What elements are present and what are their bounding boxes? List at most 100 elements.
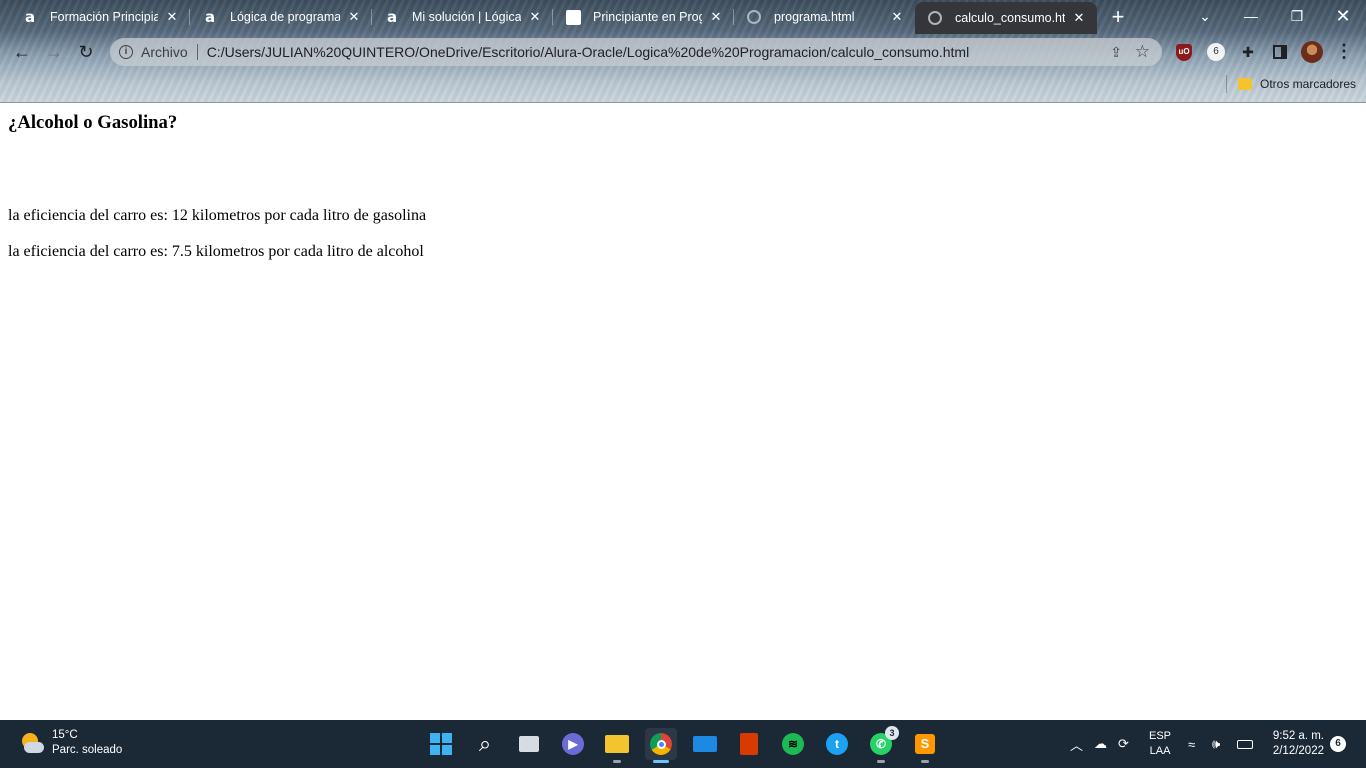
running-indicator (877, 760, 885, 763)
side-panel-icon (1273, 45, 1287, 59)
notification-badge[interactable]: 6 (1330, 736, 1346, 752)
wifi-icon: ≈ (1188, 736, 1196, 752)
show-hidden-icons-button[interactable]: ︿ (1070, 720, 1083, 768)
new-tab-button[interactable]: + (1105, 5, 1131, 31)
page-content: ¿Alcohol o Gasolina? la eficiencia del c… (0, 103, 1366, 720)
weather-temp: 15°C (52, 729, 78, 741)
language-code: ESP (1149, 730, 1172, 742)
tab-title: Formación Principiante (50, 10, 158, 24)
divider (196, 44, 198, 60)
back-button[interactable]: ← (8, 38, 36, 66)
result-gasolina: la eficiencia del carro es: 12 kilometro… (8, 207, 427, 224)
info-icon[interactable]: i (119, 45, 133, 59)
tab-formacion[interactable]: a Formación Principiante ✕ (10, 0, 190, 34)
spotify-button[interactable]: ≋ (777, 728, 809, 760)
alura-icon: a (204, 8, 216, 26)
tab-search-button[interactable]: ⌄ (1182, 0, 1228, 32)
clock-time: 9:52 a. m. (1272, 730, 1324, 742)
clock[interactable]: 9:52 a. m. 2/12/2022 (1262, 729, 1324, 759)
document-icon (565, 9, 581, 25)
close-icon[interactable]: ✕ (527, 9, 543, 25)
extension-six-button[interactable]: 6 (1206, 42, 1226, 62)
close-icon[interactable]: ✕ (1071, 10, 1087, 26)
share-icon[interactable]: ⇪ (1110, 44, 1122, 61)
volume-button[interactable]: 🕪 (1212, 720, 1220, 768)
battery-button[interactable] (1237, 720, 1253, 768)
tab-title: Principiante en Progra (593, 10, 702, 24)
chevron-up-icon: ︿ (1070, 737, 1084, 753)
browser-toolbar: ← → ↻ i Archivo C:/Users/JULIAN%20QUINTE… (0, 34, 1366, 70)
chrome-button[interactable] (645, 728, 677, 763)
running-indicator (921, 760, 929, 763)
tab-calculo-consumo[interactable]: calculo_consumo.html ✕ (915, 2, 1097, 34)
extensions-button[interactable]: ✚ (1238, 42, 1258, 62)
weather-widget[interactable]: 15°C Parc. soleado (20, 728, 122, 758)
task-view-button[interactable] (513, 728, 545, 760)
sublime-text-button[interactable]: S (909, 728, 941, 763)
reload-button[interactable]: ↻ (72, 38, 100, 66)
side-panel-button[interactable] (1270, 42, 1290, 62)
url-text[interactable]: C:/Users/JULIAN%20QUINTERO/OneDrive/Escr… (207, 44, 970, 60)
running-indicator (613, 760, 621, 763)
tab-logica[interactable]: a Lógica de programación ✕ (190, 0, 372, 34)
whatsapp-button[interactable]: ✆ 3 (865, 726, 899, 763)
tab-principiante[interactable]: Principiante en Progra ✕ (553, 0, 734, 34)
folder-icon (1238, 78, 1252, 90)
forward-button[interactable]: → (40, 38, 68, 66)
office-icon (740, 733, 758, 755)
close-icon[interactable]: ✕ (889, 9, 905, 25)
tab-title: Mi solución | Lógica de (412, 10, 521, 24)
language-indicator[interactable]: ESP LAA (1149, 729, 1171, 759)
globe-icon (746, 9, 762, 25)
mail-button[interactable] (689, 728, 721, 760)
teams-chat-button[interactable]: ▶ (557, 728, 589, 760)
search-icon: ⌕ (478, 731, 492, 756)
bookmarks-bar: Otros marcadores (0, 72, 1366, 96)
sublime-icon: S (915, 734, 935, 754)
menu-button[interactable]: ⋮ (1334, 41, 1354, 63)
folder-icon (605, 735, 629, 753)
office-button[interactable] (733, 728, 765, 760)
twitter-button[interactable]: t (821, 728, 853, 760)
minimize-button[interactable]: — (1228, 0, 1274, 32)
taskbar: 15°C Parc. soleado ⌕ ▶ ≋ t ✆ 3 S ︿ ☁ ⟳ E… (0, 720, 1366, 768)
minimize-icon: — (1244, 8, 1258, 24)
close-icon[interactable]: ✕ (708, 9, 724, 25)
restore-button[interactable]: ❐ (1274, 0, 1320, 32)
task-view-icon (519, 736, 539, 752)
ublock-extension-button[interactable]: uO (1174, 42, 1194, 62)
close-icon[interactable]: ✕ (164, 9, 180, 25)
star-icon[interactable]: ☆ (1135, 42, 1150, 62)
profile-avatar[interactable] (1301, 41, 1323, 63)
search-button[interactable]: ⌕ (469, 728, 501, 760)
puzzle-icon: ✚ (1242, 43, 1254, 60)
close-window-button[interactable]: ✕ (1320, 0, 1366, 32)
close-icon: ✕ (1335, 5, 1351, 26)
chrome-icon (650, 733, 672, 755)
tab-mi-solucion[interactable]: a Mi solución | Lógica de ✕ (372, 0, 553, 34)
battery-icon (1237, 739, 1253, 749)
weather-condition: Parc. soleado (52, 744, 123, 756)
tab-title: calculo_consumo.html (955, 11, 1065, 25)
ublock-icon: uO (1176, 43, 1192, 61)
close-icon[interactable]: ✕ (346, 9, 362, 25)
clock-date: 2/12/2022 (1272, 745, 1324, 757)
mail-icon (693, 736, 717, 752)
file-explorer-button[interactable] (601, 728, 633, 763)
tab-programa[interactable]: programa.html ✕ (734, 0, 915, 34)
result-alcohol: la eficiencia del carro es: 7.5 kilometr… (8, 243, 424, 260)
start-button[interactable] (425, 728, 457, 760)
cloud-icon: ☁ (1094, 736, 1107, 751)
wifi-button[interactable]: ≈ (1188, 720, 1195, 768)
arrow-left-icon: ← (13, 41, 31, 62)
address-bar[interactable]: i Archivo C:/Users/JULIAN%20QUINTERO/One… (110, 38, 1162, 66)
sync-button[interactable]: ⟳ (1118, 720, 1129, 768)
alura-icon: a (386, 8, 398, 26)
tab-title: Lógica de programación (230, 10, 340, 24)
globe-icon (927, 10, 943, 26)
onedrive-button[interactable]: ☁ (1094, 720, 1107, 768)
twitter-icon: t (826, 733, 848, 755)
tab-title: programa.html (774, 10, 855, 24)
page-heading: ¿Alcohol o Gasolina? (8, 112, 178, 133)
other-bookmarks-button[interactable]: Otros marcadores (1238, 74, 1356, 94)
